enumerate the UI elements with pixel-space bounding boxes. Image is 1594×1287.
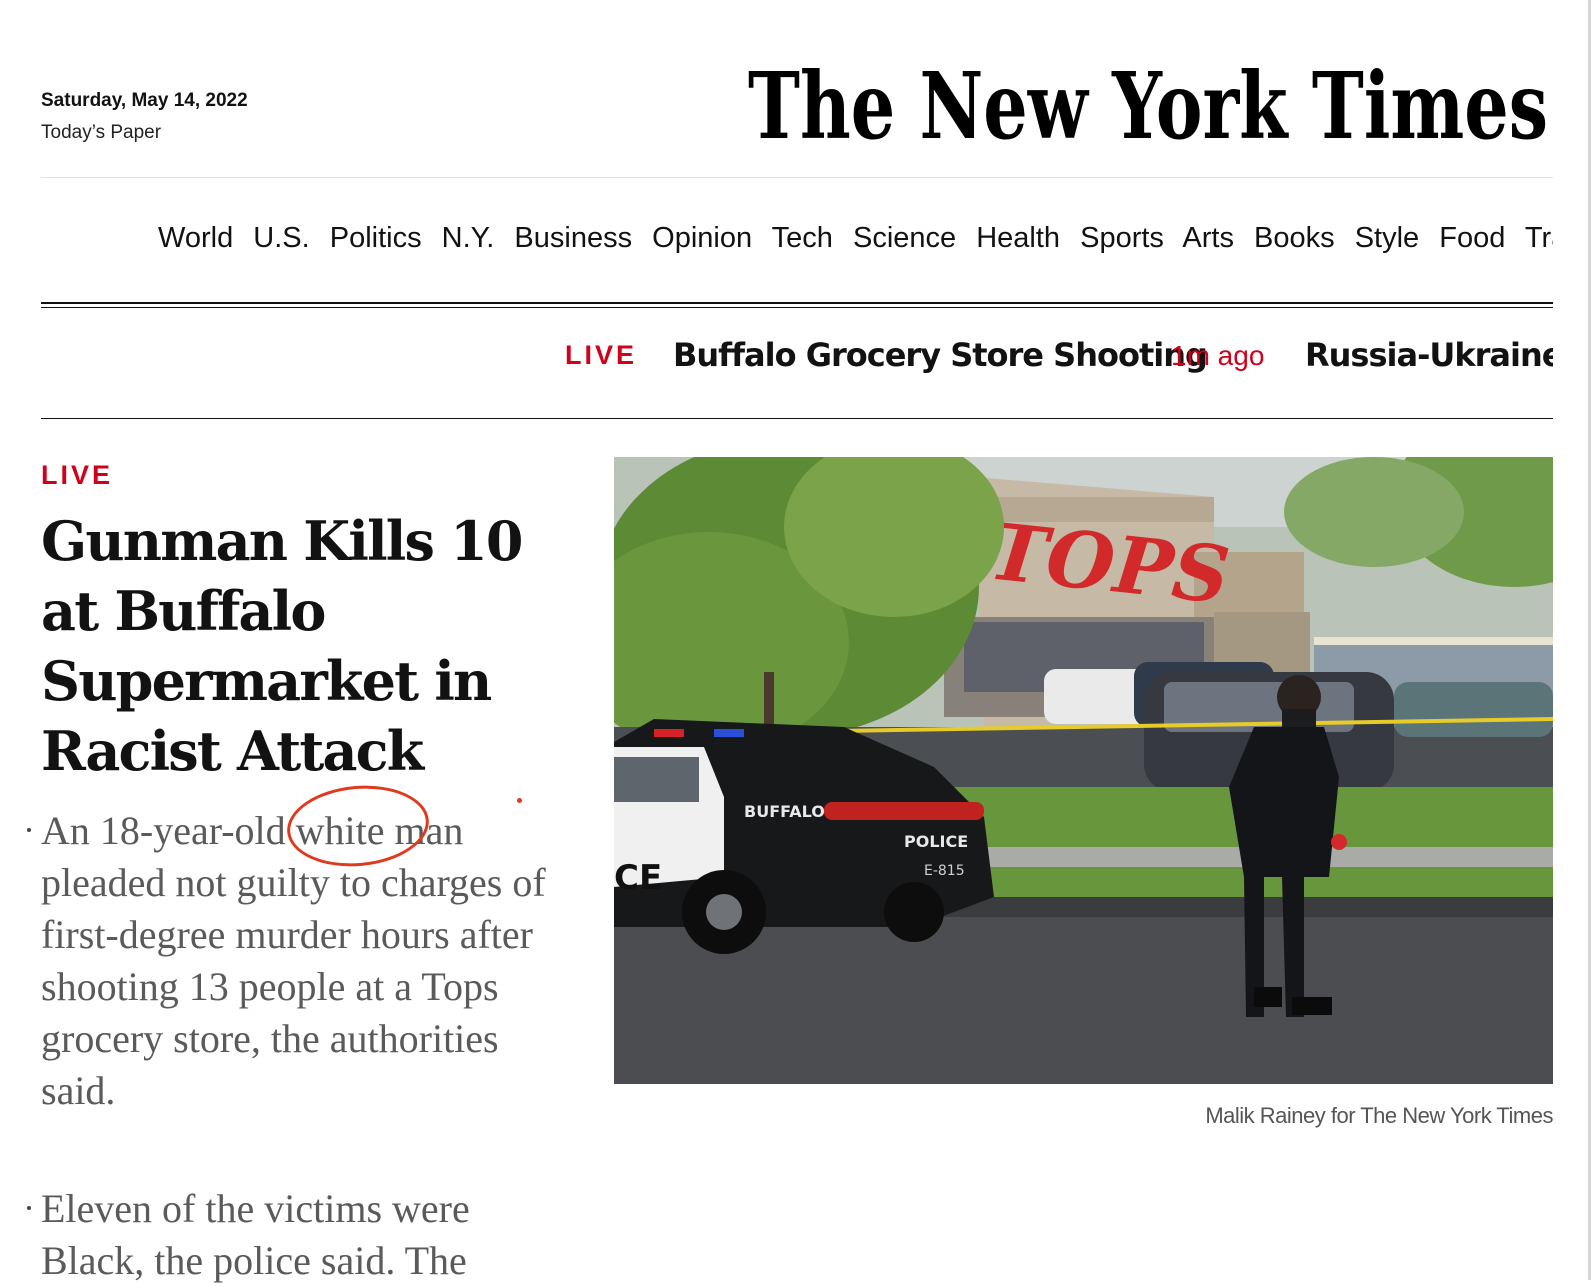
nav-rule-thick [41,302,1553,304]
ticker-live-label: LIVE [565,340,638,370]
nav-item-style[interactable]: Style [1355,222,1419,254]
summary-bullet-2 [27,1206,31,1210]
live-ticker: LIVE Buffalo Grocery Store Shooting 1m a… [41,330,1553,382]
masthead-date: Saturday, May 14, 2022 [41,90,248,111]
todays-paper-link[interactable]: Today’s Paper [41,122,161,144]
section-nav: World U.S. Politics N.Y. Business Opinio… [158,222,1553,262]
lead-live-label: LIVE [41,460,114,490]
nav-item-science[interactable]: Science [853,222,956,254]
nav-item-politics[interactable]: Politics [330,222,422,254]
photo-car-text-ce: CE [614,858,662,898]
annotation-dot [517,798,522,803]
photo-credit: Malik Rainey for The New York Times [1205,1103,1553,1128]
nav-item-ny[interactable]: N.Y. [442,222,495,254]
ticker-story-russia-ukraine[interactable]: Russia-Ukraine War [1305,336,1553,374]
ticker-timestamp: 1m ago [1171,340,1265,371]
photo-car-text-police: POLICE [904,832,968,851]
ticker-rule [41,418,1553,419]
masthead-divider [41,177,1553,178]
photo-car-text-plate: E-815 [924,863,965,879]
ticker-story-buffalo[interactable]: Buffalo Grocery Store Shooting [673,336,1208,374]
nyt-logo[interactable]: The New York Times [748,50,1556,165]
nav-item-health[interactable]: Health [976,222,1060,254]
nav-item-world[interactable]: World [158,222,233,254]
lead-summary-2: Eleven of the victims were Black, the po… [41,1186,470,1283]
lead-photo[interactable]: TOPS BUFFALO POLICE E-815 CE [614,457,1553,1084]
nav-item-travel[interactable]: Travel [1525,222,1553,254]
nav-item-arts[interactable]: Arts [1182,222,1234,254]
nav-item-food[interactable]: Food [1439,222,1505,254]
nav-item-sports[interactable]: Sports [1080,222,1164,254]
nav-item-books[interactable]: Books [1254,222,1335,254]
photo-car-text-buffalo: BUFFALO [744,802,825,821]
nav-rule-thin [41,307,1553,308]
nav-item-us[interactable]: U.S. [253,222,309,254]
window-edge [1588,0,1591,1280]
nav-item-tech[interactable]: Tech [772,222,833,254]
nav-item-business[interactable]: Business [514,222,632,254]
summary-bullet-1 [27,828,31,832]
nav-item-opinion[interactable]: Opinion [652,222,752,254]
nyt-logo-text: The New York Times [748,52,1548,160]
lead-headline[interactable]: Gunman Kills 10 at Buffalo Supermarket i… [41,506,581,786]
